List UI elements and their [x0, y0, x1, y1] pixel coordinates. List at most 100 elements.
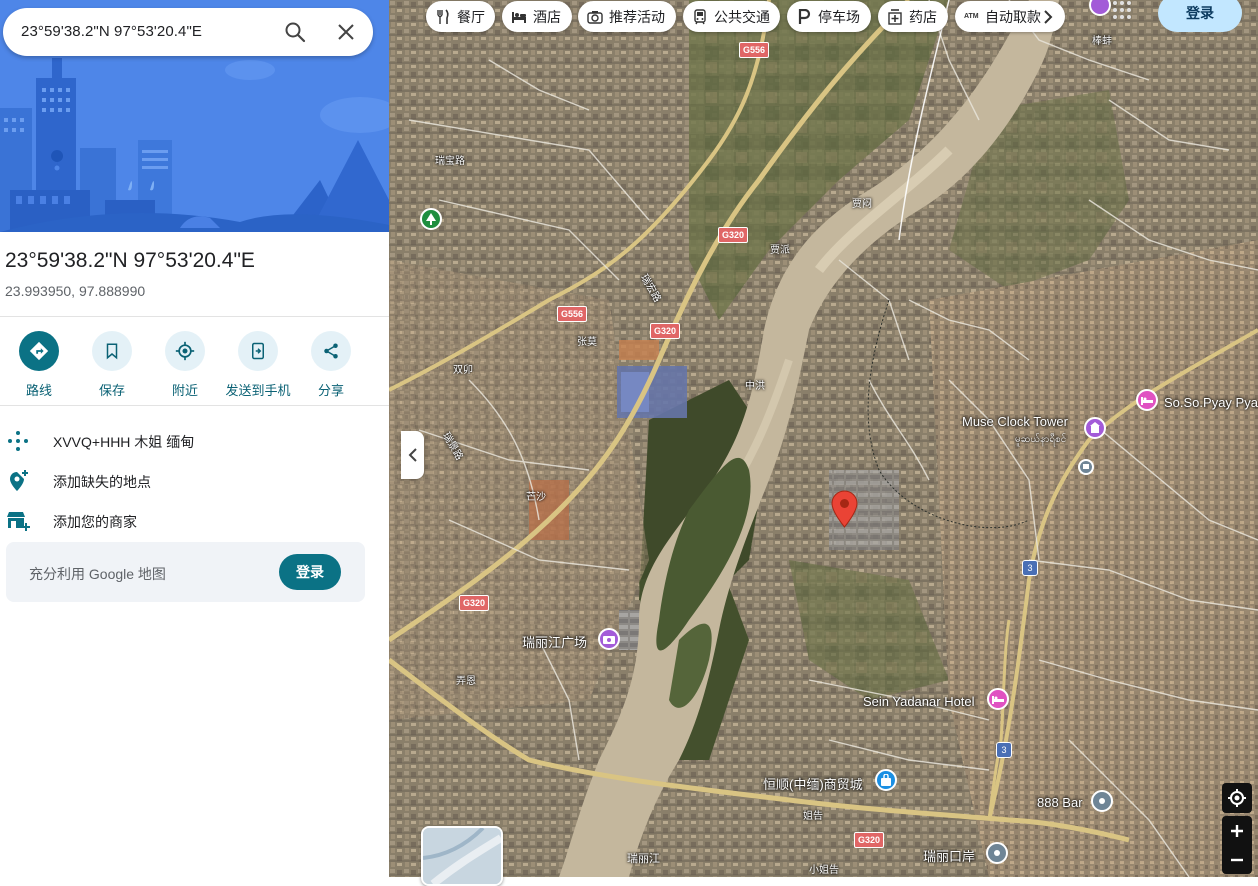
village-label-zhonghong: 中洪 — [745, 381, 765, 392]
camera-poi-icon[interactable] — [598, 628, 620, 650]
zoom-in-button[interactable] — [1222, 816, 1252, 845]
route-shield-g320: G320 — [718, 227, 749, 243]
landmark-poi-icon[interactable] — [1084, 417, 1106, 439]
add-business-row[interactable]: 添加您的商家 — [0, 501, 389, 541]
poi-label-sein-yadanar[interactable]: Sein Yadanar Hotel — [863, 694, 975, 709]
place-panel: 23°59'38.2"N 97°53'20.4"E 23°59'38.2"N 9… — [0, 0, 389, 877]
place-decimal-coordinates: 23.993950, 97.888990 — [5, 283, 146, 299]
chip-label: 药店 — [909, 8, 937, 25]
route-shield-g320: G320 — [854, 832, 885, 848]
search-icon[interactable] — [283, 20, 307, 44]
satellite-map[interactable]: 瑞宝路 瑞宏路 瑞景路 张莫 双卯 芒沙 弄恩 中洪 贾闷 贾派 姐告 小姐告 … — [389, 0, 1258, 877]
chip-label: 自动取款 — [985, 8, 1041, 25]
bookmark-icon — [92, 331, 132, 371]
chevron-right-icon — [1044, 10, 1053, 24]
chip-transit[interactable]: 公共交通 — [683, 1, 780, 32]
close-icon[interactable] — [334, 20, 358, 44]
hotel-poi-icon[interactable] — [987, 688, 1009, 710]
chip-hotels[interactable]: 酒店 — [502, 1, 572, 32]
poi-label-muse-clock-tower[interactable]: Muse Clock Tower — [962, 414, 1068, 429]
promo-text: 充分利用 Google 地图 — [29, 566, 166, 582]
chip-label: 停车场 — [818, 8, 860, 25]
village-label-shuangmao: 双卯 — [453, 365, 473, 376]
zoom-controls — [1222, 816, 1252, 874]
river-label-ruilijiang: 瑞丽江 — [627, 853, 660, 865]
add-missing-place-text: 添加缺失的地点 — [53, 474, 151, 490]
poi-label-888-bar[interactable]: 888 Bar — [1037, 795, 1083, 810]
search-input[interactable]: 23°59'38.2"N 97°53'20.4"E — [21, 23, 202, 40]
chip-label: 酒店 — [533, 8, 561, 25]
village-label-nongen: 弄恩 — [456, 676, 476, 687]
collapse-panel-button[interactable] — [401, 431, 424, 479]
poi-label-so-so-pyay[interactable]: So.So.Pyay Pya — [1164, 395, 1258, 410]
area-label-bangbang: 棒蚌 — [1092, 36, 1112, 47]
village-label-zhangmo: 张莫 — [577, 337, 597, 348]
pharmacy-icon — [887, 8, 903, 25]
layers-toggle-button[interactable] — [421, 826, 503, 886]
hotel-icon — [511, 9, 527, 25]
chip-pharmacies[interactable]: 药店 — [878, 1, 948, 32]
add-missing-place-row[interactable]: 添加缺失的地点 — [0, 461, 389, 501]
nearby-button[interactable]: 附近 — [145, 331, 225, 399]
nearby-label: 附近 — [171, 383, 198, 398]
camera-icon — [587, 9, 603, 25]
send-to-phone-button[interactable]: 发送到手机 — [218, 331, 298, 399]
poi-label-ruili-port[interactable]: 瑞丽口岸 — [923, 846, 975, 865]
zoom-out-button[interactable] — [1222, 845, 1252, 874]
hotel-poi-icon[interactable] — [1136, 389, 1158, 411]
share-label: 分享 — [317, 383, 344, 398]
map-layer-thumbnail — [423, 828, 501, 884]
route-shield-3: 3 — [996, 742, 1012, 758]
my-location-button[interactable] — [1222, 783, 1252, 813]
chip-parking[interactable]: 停车场 — [787, 1, 871, 32]
park-poi-icon[interactable] — [420, 208, 442, 230]
chips-scroll-right-button[interactable] — [1037, 5, 1059, 29]
chip-things-to-do[interactable]: 推荐活动 — [578, 1, 676, 32]
village-label-jiamen: 贾闷 — [852, 199, 872, 210]
search-box[interactable]: 23°59'38.2"N 97°53'20.4"E — [3, 8, 373, 56]
directions-button[interactable]: 路线 — [0, 331, 79, 399]
chip-label: 推荐活动 — [609, 8, 665, 25]
poi-label-hengshun[interactable]: 恒顺(中缅)商贸城 — [763, 774, 863, 793]
save-label: 保存 — [98, 383, 125, 398]
satellite-imagery[interactable] — [389, 0, 1258, 877]
location-pin-icon[interactable] — [831, 490, 858, 528]
divider — [0, 316, 389, 317]
save-button[interactable]: 保存 — [72, 331, 152, 399]
port-poi-icon[interactable] — [986, 842, 1008, 864]
village-label-mangsha: 芒沙 — [526, 492, 546, 503]
route-shield-g556: G556 — [557, 306, 588, 322]
poi-label-ruilijiang-square[interactable]: 瑞丽江广场 — [522, 632, 587, 651]
send-to-phone-label: 发送到手机 — [225, 383, 291, 398]
plus-code-icon — [6, 429, 30, 453]
route-shield-g320: G320 — [459, 595, 490, 611]
promo-sign-in-button[interactable]: 登录 — [279, 554, 341, 590]
chip-label: 餐厅 — [457, 8, 485, 25]
plus-icon — [1231, 824, 1243, 837]
sign-in-button[interactable]: 登录 — [1158, 0, 1242, 32]
place-title: 23°59'38.2"N 97°53'20.4"E — [5, 249, 255, 272]
transit-icon — [692, 8, 708, 25]
parking-icon — [796, 8, 812, 25]
chip-restaurants[interactable]: 餐厅 — [426, 1, 495, 32]
sign-in-promo: 充分利用 Google 地图 登录 — [6, 542, 365, 602]
route-shield-g320: G320 — [650, 323, 681, 339]
minus-icon — [1231, 858, 1243, 861]
add-business-icon — [6, 509, 30, 533]
share-button[interactable]: 分享 — [291, 331, 371, 399]
apps-grid-icon[interactable] — [1112, 0, 1132, 20]
share-icon — [311, 331, 351, 371]
shopping-poi-icon[interactable] — [875, 769, 897, 791]
plus-code-row[interactable]: XVVQ+HHH 木姐 缅甸 — [0, 421, 389, 461]
transit-poi-icon[interactable] — [1078, 459, 1094, 475]
add-place-icon — [6, 469, 30, 493]
village-label-jiapai: 贾派 — [770, 245, 790, 256]
plus-code-text: XVVQ+HHH 木姐 缅甸 — [53, 434, 195, 450]
restaurant-icon — [435, 8, 451, 25]
route-shield-g556: G556 — [739, 42, 770, 58]
bar-poi-icon[interactable] — [1091, 790, 1113, 812]
area-label-xiaojiegao: 小姐告 — [809, 865, 839, 876]
my-location-icon — [1228, 789, 1246, 807]
chevron-left-icon — [408, 448, 417, 462]
directions-label: 路线 — [25, 383, 52, 398]
